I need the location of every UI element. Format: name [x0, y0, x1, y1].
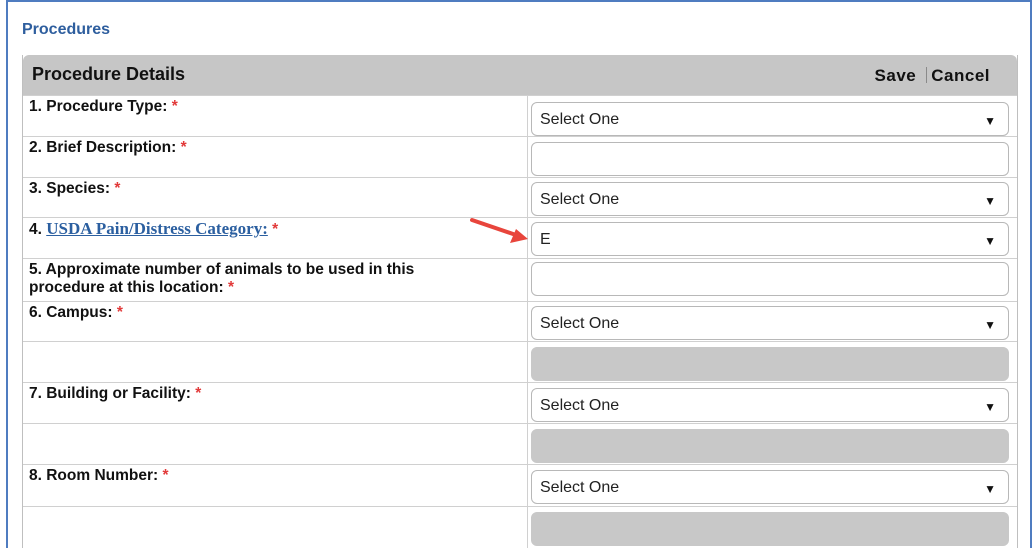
- label-room-number: 8. Room Number: *: [23, 465, 528, 506]
- required-marker: *: [180, 139, 187, 156]
- section-title: Procedures: [22, 21, 111, 38]
- dropdown-arrow-icon: ▼: [984, 114, 996, 128]
- campus-detail-disabled-field: [531, 347, 1009, 381]
- dropdown-arrow-icon: ▼: [984, 400, 996, 414]
- save-button[interactable]: Save: [875, 66, 917, 85]
- header-actions: Save Cancel: [875, 66, 990, 86]
- dropdown-arrow-icon: ▼: [984, 318, 996, 332]
- label-procedure-type: 1. Procedure Type: *: [23, 96, 528, 136]
- panel-title: Procedure Details: [32, 64, 186, 84]
- dropdown-arrow-icon: ▼: [984, 234, 996, 248]
- required-marker: *: [116, 304, 123, 321]
- required-marker: *: [272, 221, 279, 238]
- label-animal-count: 5. Approximate number of animals to be u…: [23, 259, 528, 301]
- label-building: 7. Building or Facility: *: [23, 383, 528, 423]
- required-marker: *: [227, 279, 234, 296]
- species-select[interactable]: Select One ▼: [531, 182, 1009, 216]
- empty-label-cell: [23, 424, 528, 464]
- label-usda-category: 4. USDA Pain/Distress Category: *: [23, 218, 528, 258]
- room-number-select[interactable]: Select One ▼: [531, 470, 1009, 504]
- row-animal-count: 5. Approximate number of animals to be u…: [23, 258, 1017, 301]
- row-building-detail: [23, 423, 1017, 464]
- empty-label-cell: [23, 342, 528, 382]
- action-separator: [926, 67, 928, 83]
- procedure-details-panel: Procedure Details Save Cancel 1. Procedur…: [22, 55, 1018, 548]
- row-procedure-type: 1. Procedure Type: * Select One ▼: [23, 95, 1017, 136]
- row-species: 3. Species: * Select One ▼: [23, 177, 1017, 217]
- row-campus-detail: [23, 341, 1017, 382]
- building-detail-disabled-field: [531, 429, 1009, 463]
- label-brief-description: 2. Brief Description: *: [23, 137, 528, 177]
- row-room-detail: [23, 506, 1017, 548]
- cancel-button[interactable]: Cancel: [931, 66, 990, 85]
- dropdown-arrow-icon: ▼: [984, 482, 996, 496]
- required-marker: *: [171, 98, 178, 115]
- panel-header: Procedure Details Save Cancel: [23, 55, 1017, 95]
- room-detail-disabled-field: [531, 512, 1009, 546]
- label-campus: 6. Campus: *: [23, 302, 528, 341]
- brief-description-input[interactable]: [531, 142, 1009, 176]
- usda-category-select[interactable]: E ▼: [531, 222, 1009, 256]
- required-marker: *: [162, 467, 169, 484]
- usda-category-link[interactable]: USDA Pain/Distress Category:: [46, 219, 268, 238]
- row-building: 7. Building or Facility: * Select One ▼: [23, 382, 1017, 423]
- procedure-type-select[interactable]: Select One ▼: [531, 102, 1009, 136]
- dropdown-arrow-icon: ▼: [984, 194, 996, 208]
- row-campus: 6. Campus: * Select One ▼: [23, 301, 1017, 341]
- building-select[interactable]: Select One ▼: [531, 388, 1009, 422]
- label-species: 3. Species: *: [23, 178, 528, 217]
- row-brief-description: 2. Brief Description: *: [23, 136, 1017, 177]
- empty-label-cell: [23, 507, 528, 548]
- row-room-number: 8. Room Number: * Select One ▼: [23, 464, 1017, 506]
- required-marker: *: [195, 385, 202, 402]
- campus-select[interactable]: Select One ▼: [531, 306, 1009, 340]
- animal-count-input[interactable]: [531, 262, 1009, 296]
- annotation-arrow-icon: [470, 218, 528, 243]
- required-marker: *: [114, 180, 121, 197]
